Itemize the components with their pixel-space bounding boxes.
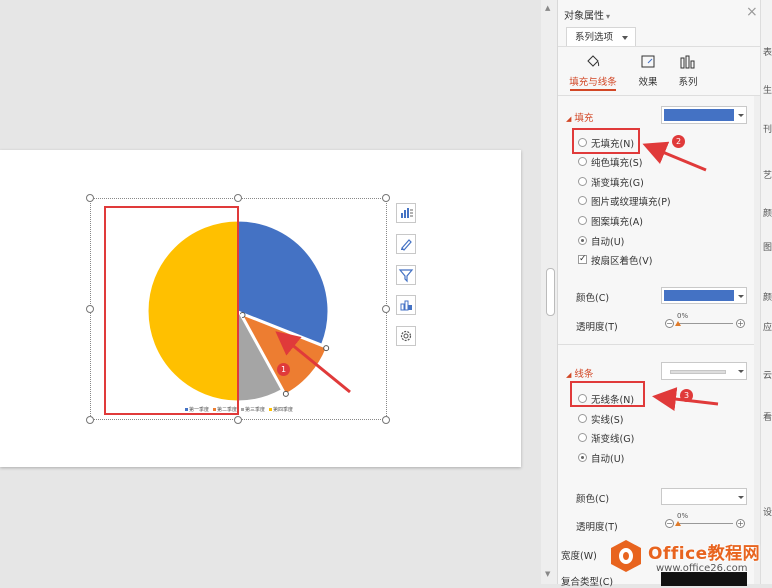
side-strip-char-5[interactable]: 图 bbox=[763, 240, 772, 253]
fill-color-label: 颜色(C) bbox=[576, 293, 610, 304]
chart-styles-icon[interactable] bbox=[396, 234, 416, 254]
watermark-brand: Office教程网 bbox=[648, 544, 761, 564]
tab-series[interactable]: 系列 bbox=[670, 55, 706, 91]
scroll-up-icon[interactable]: ▲ bbox=[545, 4, 550, 12]
annotation-box-3 bbox=[570, 381, 645, 407]
legend-label-2: 第三季度 bbox=[245, 407, 266, 413]
chart-layout-icon[interactable] bbox=[396, 295, 416, 315]
side-strip-char-2[interactable]: 刊 bbox=[763, 122, 772, 135]
annotation-box-1 bbox=[104, 206, 239, 415]
fill-radio-4[interactable] bbox=[578, 216, 587, 225]
watermark-url: www.office26.com bbox=[656, 563, 748, 574]
side-strip-char-0[interactable]: 表 bbox=[763, 45, 772, 58]
fill-color-swatch bbox=[664, 109, 734, 121]
resize-handle-tl[interactable] bbox=[86, 194, 94, 202]
line-transparency-value: 0% bbox=[677, 512, 689, 520]
fill-option-1[interactable]: 纯色填充(S) bbox=[591, 155, 642, 169]
slice-point-handle-1[interactable] bbox=[323, 345, 330, 352]
fill-radio-5[interactable] bbox=[578, 236, 587, 245]
scroll-down-icon[interactable]: ▼ bbox=[545, 570, 550, 578]
fill-transparency-minus[interactable]: − bbox=[665, 319, 674, 328]
fill-option-5[interactable]: 自动(U) bbox=[591, 234, 624, 248]
series-options-dropdown[interactable]: 系列选项 bbox=[566, 27, 636, 47]
resize-handle-tm[interactable] bbox=[234, 194, 242, 202]
fill-option-3[interactable]: 图片或纹理填充(P) bbox=[591, 194, 671, 208]
resize-handle-br[interactable] bbox=[382, 416, 390, 424]
line-option-2[interactable]: 渐变线(G) bbox=[591, 431, 634, 445]
scrollbar-thumb[interactable] bbox=[546, 268, 555, 316]
side-strip-char-7[interactable]: 应 bbox=[763, 320, 772, 333]
fill-color-dropdown[interactable] bbox=[661, 287, 747, 304]
fill-bucket-icon bbox=[587, 55, 600, 67]
effects-icon bbox=[641, 55, 655, 68]
line-transparency-plus[interactable]: + bbox=[736, 519, 745, 528]
side-strip-char-1[interactable]: 生 bbox=[763, 83, 772, 96]
fill-option-4[interactable]: 图案填充(A) bbox=[591, 214, 643, 228]
line-radio-2[interactable] bbox=[578, 433, 587, 442]
side-strip-char-3[interactable]: 艺 bbox=[763, 168, 772, 181]
series-bars-icon bbox=[680, 55, 695, 69]
line-transparency-minus[interactable]: − bbox=[665, 519, 674, 528]
annotation-box-2 bbox=[572, 128, 640, 154]
fill-section-header[interactable]: ◢ 填充 bbox=[566, 110, 593, 124]
tab-fill-and-line[interactable]: 填充与线条 bbox=[566, 55, 620, 91]
line-radio-1[interactable] bbox=[578, 414, 587, 423]
close-icon[interactable]: × bbox=[746, 4, 758, 20]
line-style-button[interactable] bbox=[661, 362, 747, 380]
fill-radio-1[interactable] bbox=[578, 157, 587, 166]
chart-filter-icon[interactable] bbox=[396, 265, 416, 285]
legend-item-3: 第四季度 bbox=[269, 406, 293, 415]
side-strip-char-6[interactable]: 颜 bbox=[763, 290, 772, 303]
line-transparency-label: 透明度(T) bbox=[576, 522, 618, 533]
resize-handle-mr[interactable] bbox=[382, 305, 390, 313]
resize-handle-tr[interactable] bbox=[382, 194, 390, 202]
line-radio-3[interactable] bbox=[578, 453, 587, 462]
fill-transparency-thumb[interactable] bbox=[675, 321, 681, 326]
line-option-3[interactable]: 自动(U) bbox=[591, 451, 624, 465]
slice-point-handle-2[interactable] bbox=[282, 390, 289, 397]
chart-elements-icon[interactable] bbox=[396, 203, 416, 223]
legend-swatch-2 bbox=[241, 408, 245, 411]
panel-title: 对象属性 ▾ bbox=[564, 11, 611, 22]
fill-color-button[interactable] bbox=[661, 106, 747, 124]
resize-handle-bm[interactable] bbox=[234, 416, 242, 424]
chart-settings-icon[interactable] bbox=[396, 326, 416, 346]
side-strip-char-10[interactable]: 设 bbox=[763, 505, 772, 518]
fill-radio-2[interactable] bbox=[578, 177, 587, 186]
legend-item-2: 第三季度 bbox=[241, 406, 265, 415]
fill-transparency-label: 透明度(T) bbox=[576, 322, 618, 333]
annotation-badge-2: 2 bbox=[672, 135, 685, 148]
annotation-badge-1: 1 bbox=[277, 363, 290, 376]
legend-swatch-3 bbox=[269, 408, 273, 411]
fill-option-2[interactable]: 渐变填充(G) bbox=[591, 175, 644, 189]
line-section-header[interactable]: ◢ 线条 bbox=[566, 366, 593, 380]
vary-colors-label: 按扇区着色(V) bbox=[591, 256, 653, 267]
side-strip-char-8[interactable]: 云 bbox=[763, 368, 772, 381]
side-strip-char-4[interactable]: 颜 bbox=[763, 206, 772, 219]
line-transparency-thumb[interactable] bbox=[675, 521, 681, 526]
fill-transparency-slider[interactable] bbox=[677, 323, 733, 324]
fill-radio-3[interactable] bbox=[578, 196, 587, 205]
fill-transparency-plus[interactable]: + bbox=[736, 319, 745, 328]
side-strip-char-9[interactable]: 看 bbox=[763, 410, 772, 423]
resize-handle-ml[interactable] bbox=[86, 305, 94, 313]
legend-label-3: 第四季度 bbox=[273, 407, 294, 413]
line-width-label: 宽度(W) bbox=[561, 551, 597, 562]
line-color-dropdown[interactable] bbox=[661, 488, 747, 505]
line-transparency-slider[interactable] bbox=[677, 523, 733, 524]
line-option-1[interactable]: 实线(S) bbox=[591, 412, 623, 426]
vary-colors-checkbox[interactable]: ✓ bbox=[578, 255, 587, 264]
line-compound-label: 复合类型(C) bbox=[561, 577, 614, 588]
fill-transparency-value: 0% bbox=[677, 312, 689, 320]
side-task-strip: 表生刊艺颜图颜应云看设 bbox=[760, 0, 772, 584]
property-panel: 对象属性 ▾ × 系列选项 填充与线条 效果 系列 ◢ 填充 无填充(N) 纯色填充… bbox=[557, 0, 761, 588]
tab-effects[interactable]: 效果 bbox=[630, 55, 666, 91]
annotation-badge-3: 3 bbox=[680, 389, 693, 402]
line-color-label: 颜色(C) bbox=[576, 494, 610, 505]
resize-handle-bl[interactable] bbox=[86, 416, 94, 424]
